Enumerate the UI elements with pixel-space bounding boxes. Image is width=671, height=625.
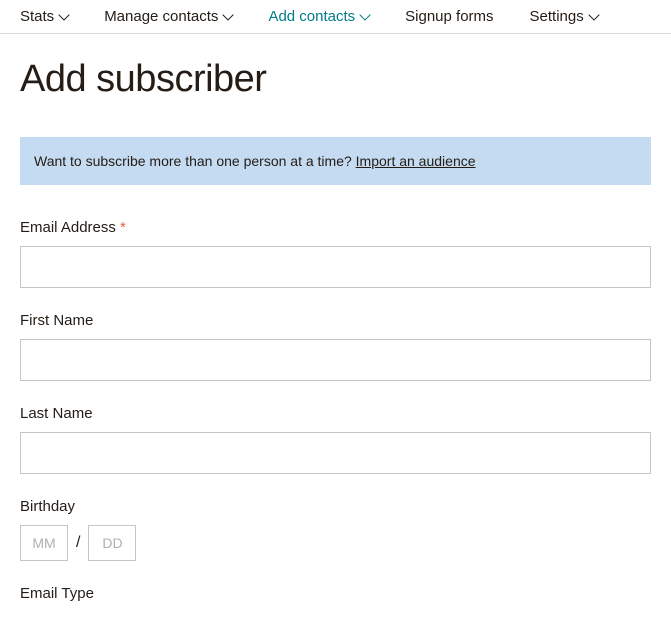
- chevron-down-icon: [59, 9, 70, 20]
- nav-settings-label: Settings: [530, 8, 584, 25]
- nav-manage-contacts-label: Manage contacts: [104, 8, 218, 25]
- field-first-name: First Name: [20, 312, 651, 381]
- last-name-input[interactable]: [20, 432, 651, 474]
- field-birthday: Birthday /: [20, 498, 651, 561]
- top-nav: Stats Manage contacts Add contacts Signu…: [0, 0, 671, 34]
- chevron-down-icon: [223, 9, 234, 20]
- chevron-down-icon: [359, 9, 370, 20]
- nav-stats[interactable]: Stats: [20, 8, 68, 25]
- birthday-month-input[interactable]: [20, 525, 68, 561]
- banner-text: Want to subscribe more than one person a…: [34, 153, 356, 169]
- info-banner: Want to subscribe more than one person a…: [20, 137, 651, 185]
- email-label: Email Address *: [20, 219, 651, 236]
- field-last-name: Last Name: [20, 405, 651, 474]
- main-content: Add subscriber Want to subscribe more th…: [0, 34, 671, 602]
- first-name-input[interactable]: [20, 339, 651, 381]
- email-label-text: Email Address: [20, 219, 116, 236]
- nav-add-contacts-label: Add contacts: [268, 8, 355, 25]
- field-email: Email Address *: [20, 219, 651, 288]
- nav-add-contacts[interactable]: Add contacts: [268, 8, 369, 25]
- first-name-label: First Name: [20, 312, 651, 329]
- birthday-label: Birthday: [20, 498, 651, 515]
- nav-stats-label: Stats: [20, 8, 54, 25]
- field-email-type: Email Type: [20, 585, 651, 602]
- birthday-separator: /: [76, 534, 80, 552]
- nav-settings[interactable]: Settings: [530, 8, 598, 25]
- last-name-label: Last Name: [20, 405, 651, 422]
- nav-signup-forms[interactable]: Signup forms: [405, 8, 493, 25]
- birthday-day-input[interactable]: [88, 525, 136, 561]
- nav-signup-forms-label: Signup forms: [405, 8, 493, 25]
- nav-manage-contacts[interactable]: Manage contacts: [104, 8, 232, 25]
- birthday-inputs: /: [20, 525, 651, 561]
- import-audience-link[interactable]: Import an audience: [356, 153, 476, 169]
- email-input[interactable]: [20, 246, 651, 288]
- chevron-down-icon: [588, 9, 599, 20]
- required-asterisk: *: [120, 219, 126, 236]
- email-type-label: Email Type: [20, 585, 651, 602]
- page-title: Add subscriber: [20, 58, 651, 101]
